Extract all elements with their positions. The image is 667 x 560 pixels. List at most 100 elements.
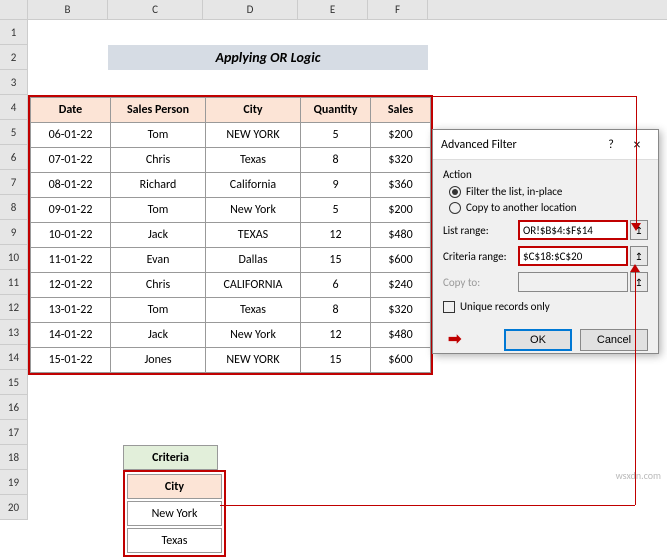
- table-row[interactable]: 12-01-22ChrisCALIFORNIA6$240: [31, 273, 431, 298]
- row-header[interactable]: 2: [0, 45, 27, 70]
- dialog-titlebar[interactable]: Advanced Filter ? ×: [433, 130, 658, 160]
- cell[interactable]: Jones: [111, 348, 206, 373]
- cell[interactable]: $480: [371, 223, 431, 248]
- cell[interactable]: Texas: [206, 298, 301, 323]
- cell[interactable]: New York: [206, 323, 301, 348]
- cell[interactable]: 08-01-22: [31, 173, 111, 198]
- table-row[interactable]: 11-01-22EvanDallas15$600: [31, 248, 431, 273]
- cell[interactable]: Jack: [111, 323, 206, 348]
- radio-icon[interactable]: [449, 202, 461, 214]
- cell[interactable]: 10-01-22: [31, 223, 111, 248]
- close-icon[interactable]: ×: [624, 136, 650, 153]
- row-header[interactable]: 4: [0, 95, 27, 120]
- cell[interactable]: California: [206, 173, 301, 198]
- row-header[interactable]: 19: [0, 470, 27, 495]
- table-row[interactable]: 06-01-22TomNEW YORK5$200: [31, 123, 431, 148]
- cell[interactable]: 15: [301, 348, 371, 373]
- table-row[interactable]: 08-01-22RichardCalifornia9$360: [31, 173, 431, 198]
- cell[interactable]: Tom: [111, 298, 206, 323]
- table-row[interactable]: 13-01-22TomTexas8$320: [31, 298, 431, 323]
- cell[interactable]: Chris: [111, 273, 206, 298]
- col-header-e[interactable]: E: [298, 0, 368, 19]
- cell[interactable]: 5: [301, 123, 371, 148]
- cell[interactable]: $200: [371, 123, 431, 148]
- col-header-d[interactable]: D: [203, 0, 298, 19]
- cell[interactable]: Jack: [111, 223, 206, 248]
- cell[interactable]: $320: [371, 148, 431, 173]
- cell[interactable]: 9: [301, 173, 371, 198]
- row-header[interactable]: 6: [0, 145, 27, 170]
- radio-filter-inplace[interactable]: Filter the list, in-place: [449, 185, 648, 198]
- table-row[interactable]: 09-01-22TomNew York5$200: [31, 198, 431, 223]
- criteria-value[interactable]: New York: [127, 501, 222, 526]
- cell[interactable]: $320: [371, 298, 431, 323]
- table-row[interactable]: 15-01-22JonesNEW YORK15$600: [31, 348, 431, 373]
- data-table[interactable]: Date Sales Person City Quantity Sales 06…: [30, 97, 431, 373]
- cell[interactable]: Richard: [111, 173, 206, 198]
- help-icon[interactable]: ?: [598, 138, 624, 152]
- cell[interactable]: $360: [371, 173, 431, 198]
- cell[interactable]: 07-01-22: [31, 148, 111, 173]
- row-header[interactable]: 10: [0, 245, 27, 270]
- row-header[interactable]: 18: [0, 445, 27, 470]
- cell[interactable]: 6: [301, 273, 371, 298]
- row-header[interactable]: 3: [0, 70, 27, 95]
- cell[interactable]: CALIFORNIA: [206, 273, 301, 298]
- row-header[interactable]: 16: [0, 395, 27, 420]
- cell[interactable]: $600: [371, 248, 431, 273]
- row-header[interactable]: 17: [0, 420, 27, 445]
- cell[interactable]: New York: [206, 198, 301, 223]
- th-date[interactable]: Date: [31, 98, 111, 123]
- cancel-button[interactable]: Cancel: [580, 329, 648, 351]
- list-range-input[interactable]: OR!$B$4:$F$14: [518, 220, 628, 240]
- cell[interactable]: Chris: [111, 148, 206, 173]
- criteria-value[interactable]: Texas: [127, 528, 222, 553]
- table-row[interactable]: 07-01-22ChrisTexas8$320: [31, 148, 431, 173]
- cell[interactable]: 11-01-22: [31, 248, 111, 273]
- ok-button[interactable]: OK: [504, 329, 572, 351]
- checkbox-icon[interactable]: [443, 301, 455, 313]
- cell[interactable]: 12: [301, 323, 371, 348]
- criteria-label[interactable]: Criteria: [123, 445, 218, 470]
- select-all-cell[interactable]: [0, 0, 28, 19]
- cell[interactable]: 13-01-22: [31, 298, 111, 323]
- th-sales[interactable]: Sales: [371, 98, 431, 123]
- row-header[interactable]: 8: [0, 195, 27, 220]
- cell[interactable]: 8: [301, 148, 371, 173]
- cell[interactable]: 14-01-22: [31, 323, 111, 348]
- cell[interactable]: NEW YORK: [206, 123, 301, 148]
- row-header[interactable]: 5: [0, 120, 27, 145]
- criteria-range-input[interactable]: $C$18:$C$20: [518, 246, 628, 266]
- cell[interactable]: TEXAS: [206, 223, 301, 248]
- cell[interactable]: $200: [371, 198, 431, 223]
- cell[interactable]: Dallas: [206, 248, 301, 273]
- row-header[interactable]: 7: [0, 170, 27, 195]
- row-header[interactable]: 12: [0, 295, 27, 320]
- col-header-f[interactable]: F: [368, 0, 428, 19]
- table-row[interactable]: 14-01-22JackNew York12$480: [31, 323, 431, 348]
- row-header[interactable]: 20: [0, 495, 27, 520]
- cell[interactable]: 15: [301, 248, 371, 273]
- th-sales-person[interactable]: Sales Person: [111, 98, 206, 123]
- cell[interactable]: 12: [301, 223, 371, 248]
- col-header-c[interactable]: C: [108, 0, 203, 19]
- cell[interactable]: 5: [301, 198, 371, 223]
- cell[interactable]: Tom: [111, 123, 206, 148]
- row-header[interactable]: 11: [0, 270, 27, 295]
- cell[interactable]: $480: [371, 323, 431, 348]
- criteria-table[interactable]: City New York Texas: [125, 472, 224, 555]
- th-quantity[interactable]: Quantity: [301, 98, 371, 123]
- row-header[interactable]: 13: [0, 320, 27, 345]
- row-header[interactable]: 1: [0, 20, 27, 45]
- cell[interactable]: 06-01-22: [31, 123, 111, 148]
- radio-copy-location[interactable]: Copy to another location: [449, 201, 648, 214]
- cell[interactable]: Texas: [206, 148, 301, 173]
- cell[interactable]: 8: [301, 298, 371, 323]
- row-header[interactable]: 9: [0, 220, 27, 245]
- cell[interactable]: 15-01-22: [31, 348, 111, 373]
- th-city[interactable]: City: [206, 98, 301, 123]
- table-row[interactable]: 10-01-22JackTEXAS12$480: [31, 223, 431, 248]
- cell[interactable]: $600: [371, 348, 431, 373]
- col-header-b[interactable]: B: [28, 0, 108, 19]
- cell[interactable]: $240: [371, 273, 431, 298]
